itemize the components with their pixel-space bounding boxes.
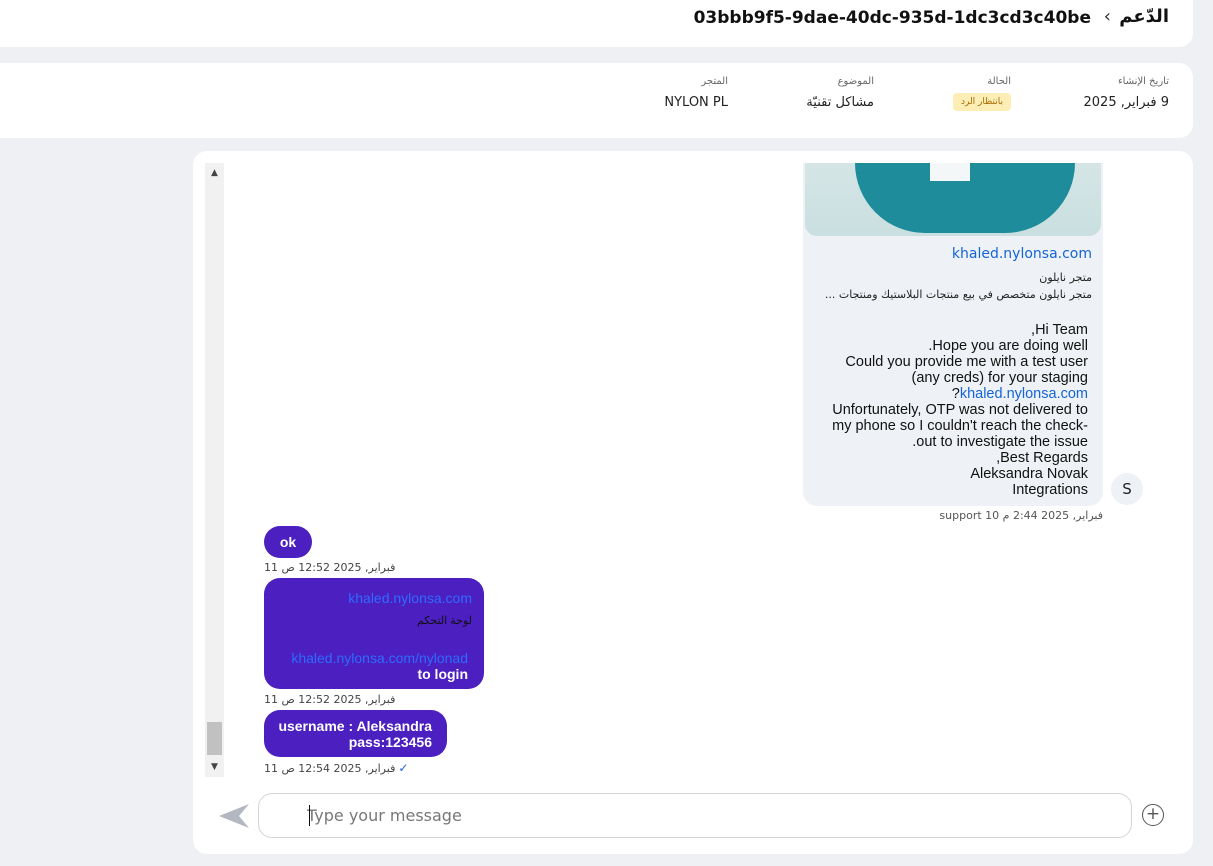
delivered-check-icon: ✓ <box>398 761 409 775</box>
message-line: Could you provide me with a test user <box>845 354 1088 370</box>
message-line: Unfortunately, OTP was not delivered to <box>832 402 1088 418</box>
incoming-message-text: ,Hi Team .Hope you are doing well Could … <box>832 322 1088 498</box>
message-line: ? <box>951 386 960 402</box>
subject-label: الموضوع <box>837 76 874 87</box>
outgoing-message-timestamp: 11 فبراير, 2025 12:54 ص ✓ <box>264 761 408 775</box>
message-line: to login <box>417 666 468 682</box>
incoming-message-timestamp: support 10 فبراير, 2025 2:44 م <box>939 509 1103 522</box>
message-line: .Hope you are doing well <box>928 338 1088 354</box>
timestamp-text: 11 فبراير, 2025 12:54 ص <box>264 762 396 775</box>
page-header: 03bbb9f5-9dae-40dc-935d-1dc3cd3c40be ‹ ا… <box>0 0 1193 47</box>
status-badge: بانتظار الرد <box>952 93 1011 111</box>
scrollbar-thumb[interactable] <box>207 722 222 755</box>
message-line: pass:123456 <box>348 734 432 750</box>
scroll-down-arrow-icon[interactable]: ▼ <box>205 759 224 777</box>
message-line: ,Hi Team <box>1031 322 1088 338</box>
breadcrumb-chevron-icon: ‹ <box>1103 6 1111 27</box>
message-line: .out to investigate the issue <box>912 434 1088 450</box>
created-date-value: 9 فبراير, 2025 <box>1083 95 1170 110</box>
store-field: المتجر NYLON PL <box>664 76 728 110</box>
store-label: المتجر <box>701 76 728 87</box>
breadcrumb-support-link[interactable]: الدّعم <box>1119 6 1169 27</box>
message-line: my phone so I couldn't reach the check- <box>832 418 1088 434</box>
message-line: username : Aleksandra <box>278 718 432 734</box>
message-link[interactable]: khaled.nylonsa.com/nylonad <box>291 650 468 666</box>
message-input[interactable] <box>307 803 1087 827</box>
link-preview-title: متجر نايلون <box>1039 271 1092 284</box>
link-preview-image[interactable] <box>805 163 1101 236</box>
ticket-id: 03bbb9f5-9dae-40dc-935d-1dc3cd3c40be <box>693 8 1091 28</box>
created-date-field: تاريخ الإنشاء 9 فبراير, 2025 <box>1084 76 1170 110</box>
message-composer <box>258 793 1132 838</box>
text-cursor <box>309 805 310 826</box>
link-preview-url[interactable]: khaled.nylonsa.com <box>348 590 472 606</box>
inline-message-link[interactable]: khaled.nylonsa.com <box>960 386 1088 402</box>
store-value: NYLON PL <box>664 95 728 110</box>
message-line: Aleksandra Novak <box>970 466 1088 482</box>
add-attachment-icon[interactable]: + <box>1142 804 1164 826</box>
outgoing-message-bubble: username : Aleksandra pass:123456 <box>264 710 447 757</box>
chat-panel: ▲ ▼ khaled.nylonsa.com متجر نايلون متجر … <box>193 151 1193 854</box>
outgoing-message-bubble: khaled.nylonsa.com لوحة التحكم khaled.ny… <box>264 578 484 689</box>
outgoing-message-bubble: ok <box>264 526 312 558</box>
link-preview-title: لوحة التحكم <box>416 615 472 627</box>
outgoing-message-timestamp: 11 فبراير, 2025 12:52 ص <box>264 693 396 706</box>
message-line: Integrations <box>1012 482 1088 498</box>
outgoing-message-timestamp: 11 فبراير, 2025 12:52 ص <box>264 561 396 574</box>
ticket-info-panel: تاريخ الإنشاء 9 فبراير, 2025 الحالة بانت… <box>0 63 1193 138</box>
scroll-up-arrow-icon[interactable]: ▲ <box>205 163 224 181</box>
send-icon[interactable] <box>219 802 251 830</box>
subject-field: الموضوع مشاكل تقنيّة <box>806 76 874 110</box>
status-label: الحالة <box>987 76 1011 87</box>
status-field: الحالة بانتظار الرد <box>952 76 1011 111</box>
message-line: ?khaled.nylonsa.com <box>832 386 1088 402</box>
message-line: ,Best Regards <box>996 450 1088 466</box>
subject-value: مشاكل تقنيّة <box>806 95 874 110</box>
messages-scrollbar[interactable]: ▲ ▼ <box>205 163 224 777</box>
link-preview-url[interactable]: khaled.nylonsa.com <box>952 246 1092 262</box>
incoming-message-bubble: khaled.nylonsa.com متجر نايلون متجر نايل… <box>803 163 1103 506</box>
avatar: S <box>1111 473 1143 505</box>
link-preview-description: متجر نايلون متخصص في بيع منتجات البلاستي… <box>824 288 1092 301</box>
message-list: khaled.nylonsa.com متجر نايلون متجر نايل… <box>228 163 1178 777</box>
created-date-label: تاريخ الإنشاء <box>1117 76 1169 87</box>
message-line: (any creds) for your staging <box>911 370 1089 386</box>
